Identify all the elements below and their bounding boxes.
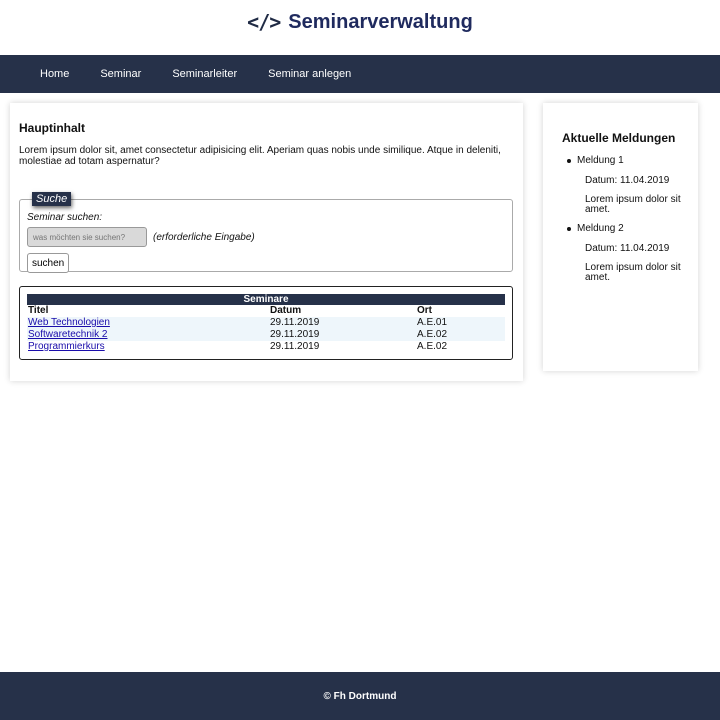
nav-seminar-anlegen[interactable]: Seminar anlegen: [268, 68, 351, 80]
seminar-link[interactable]: Softwaretechnik 2: [28, 329, 108, 340]
search-button[interactable]: suchen: [27, 253, 70, 273]
news-date: Datum: 11.04.2019: [585, 243, 670, 254]
bullet-icon: [567, 158, 571, 163]
intro-text: Lorem ipsum dolor sit, amet consectetur …: [19, 145, 501, 167]
cell-title: Softwaretechnik 2: [27, 329, 269, 341]
news-item: Meldung 1 Datum: 11.04.2019 Lorem ipsum …: [562, 155, 688, 215]
search-row: (erforderliche Eingabe): [27, 227, 505, 247]
site-header: </> Seminarverwaltung: [0, 0, 720, 55]
news-item-title: Meldung 1: [567, 155, 688, 166]
header-datum: Datum: [270, 305, 302, 316]
news-item-title: Meldung 2: [567, 223, 688, 234]
search-legend: Suche: [32, 192, 72, 206]
cell-title: Web Technologien: [27, 317, 269, 329]
cell-room: A.E.02: [416, 329, 505, 341]
cell-date: 29.11.2019: [269, 317, 416, 329]
news-item: Meldung 2 Datum: 11.04.2019 Lorem ipsum …: [562, 223, 688, 283]
main-content: Hauptinhalt Lorem ipsum dolor sit, amet …: [10, 103, 523, 381]
nav-seminar[interactable]: Seminar: [100, 68, 141, 80]
seminar-table-box: Seminare Titel Datum Ort Web Technologie…: [19, 286, 513, 360]
header-ort: Ort: [417, 305, 432, 316]
news-text: Lorem ipsum dolor sit amet.: [585, 194, 681, 215]
news-list: Meldung 1 Datum: 11.04.2019 Lorem ipsum …: [562, 155, 688, 283]
main-heading: Hauptinhalt: [19, 121, 85, 135]
cell-room: A.E.02: [417, 341, 448, 352]
table-header-row: Titel Datum Ort: [27, 305, 505, 317]
code-icon: </>: [247, 10, 281, 34]
bullet-icon: [567, 226, 571, 231]
seminar-link[interactable]: Programmierkurs: [28, 341, 105, 352]
cell-date: 29.11.2019: [269, 329, 416, 341]
table-caption: Seminare: [27, 294, 505, 305]
brand[interactable]: </> Seminarverwaltung: [247, 10, 473, 34]
news-title-text: Meldung 1: [577, 155, 624, 166]
search-fieldset: Suche Seminar suchen: (erforderliche Ein…: [19, 192, 513, 273]
cell-date: 29.11.2019: [270, 341, 320, 352]
table-row: Softwaretechnik 2 29.11.2019 A.E.02: [27, 329, 505, 341]
cell-title: Programmierkurs: [27, 341, 269, 353]
news-sidebar: Aktuelle Meldungen Meldung 1 Datum: 11.0…: [543, 103, 698, 371]
site-footer: © Fh Dortmund: [0, 672, 720, 720]
main-navigation: Home Seminar Seminarleiter Seminar anleg…: [0, 55, 720, 93]
seminar-table: Seminare Titel Datum Ort Web Technologie…: [27, 294, 505, 353]
news-heading: Aktuelle Meldungen: [562, 131, 676, 145]
table-row: Web Technologien 29.11.2019 A.E.01: [27, 317, 505, 329]
nav-seminarleiter[interactable]: Seminarleiter: [172, 68, 237, 80]
cell-room: A.E.01: [416, 317, 505, 329]
footer-text: © Fh Dortmund: [323, 690, 397, 702]
required-hint: (erforderliche Eingabe): [153, 231, 255, 243]
seminar-link[interactable]: Web Technologien: [28, 317, 110, 328]
news-title-text: Meldung 2: [577, 223, 624, 234]
site-title: Seminarverwaltung: [288, 10, 473, 33]
header-titel: Titel: [28, 305, 49, 316]
nav-home[interactable]: Home: [40, 68, 69, 80]
search-input[interactable]: [27, 227, 147, 247]
search-label: Seminar suchen:: [27, 212, 103, 223]
news-text: Lorem ipsum dolor sit amet.: [585, 262, 681, 283]
news-date: Datum: 11.04.2019: [585, 175, 670, 186]
table-row: Programmierkurs 29.11.2019 A.E.02: [27, 341, 505, 353]
